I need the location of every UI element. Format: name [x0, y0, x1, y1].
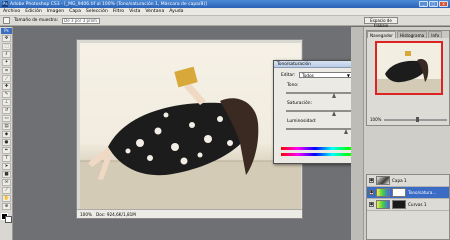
layer-name: Curvas 1: [408, 202, 427, 207]
doc-size: Doc: 924,6K/1,81M: [95, 211, 136, 217]
menu-filtro[interactable]: Filtro: [113, 9, 124, 14]
menu-edicion[interactable]: Edición: [25, 9, 42, 14]
layer-name: Tono/satura...: [408, 190, 437, 195]
options-bar: Tamaño de muestra: De 3 por 3 prom. Espa…: [0, 16, 450, 28]
lightness-label: Luminosidad:: [287, 119, 317, 124]
tab-info[interactable]: Info: [428, 31, 443, 38]
notes-icon[interactable]: ✉: [2, 179, 11, 186]
tab-histogram[interactable]: Histograma: [396, 31, 428, 38]
workspace-button[interactable]: Espacio de trabajo: [364, 17, 398, 28]
move-icon[interactable]: ✥: [2, 35, 11, 42]
hand-icon[interactable]: ✋: [2, 195, 11, 202]
navigator-panel: Navegador Histograma Info 100%: [366, 30, 450, 126]
navigator-zoom-value[interactable]: 100%: [370, 117, 381, 122]
sample-size-label: Tamaño de muestra:: [14, 18, 59, 23]
marquee-icon[interactable]: ⬚: [2, 43, 11, 50]
stamp-icon[interactable]: ⊥: [2, 99, 11, 106]
navigator-preview-image: [377, 51, 441, 93]
layer-thumbnail: [376, 200, 390, 209]
path-select-icon[interactable]: ➤: [2, 163, 11, 170]
eraser-icon[interactable]: ▭: [2, 115, 11, 122]
layers-panel: ● Capa 1 ● Tono/satura... ● Curvas 1: [366, 174, 450, 240]
window-controls: _ □ x: [419, 1, 450, 7]
collapsed-panel-strip[interactable]: [351, 27, 364, 240]
slice-icon[interactable]: ⟋: [2, 75, 11, 82]
layer-mask-thumbnail: [392, 200, 406, 209]
title-bar: Ps Adobe Photoshop CS3 - [_MG_9406.tif a…: [0, 0, 450, 8]
layer-row-selected[interactable]: ● Tono/satura...: [367, 187, 449, 199]
layer-mask-thumbnail: [392, 188, 406, 197]
eye-icon[interactable]: ●: [369, 202, 374, 207]
document-canvas[interactable]: [80, 43, 301, 209]
navigator-zoom-bar: 100%: [370, 116, 447, 122]
menu-ayuda[interactable]: Ayuda: [169, 9, 183, 14]
gradient-icon[interactable]: ▤: [2, 123, 11, 130]
shape-icon[interactable]: ■: [2, 171, 11, 178]
toolbox-logo-icon: Ps: [1, 28, 12, 34]
navigator-thumbnail[interactable]: [375, 41, 443, 95]
edit-select-value: Todos: [302, 73, 314, 78]
dodge-icon[interactable]: ●: [2, 139, 11, 146]
chevron-down-icon: ▼: [346, 73, 350, 78]
eyedropper-icon[interactable]: ⁄: [2, 187, 11, 194]
eyedropper-tool-icon[interactable]: [3, 17, 10, 24]
sample-size-select[interactable]: De 3 por 3 prom.: [62, 17, 101, 24]
dialog-title: Tono/saturación: [277, 61, 311, 67]
menu-ventana[interactable]: Ventana: [145, 9, 164, 14]
toolbox: Ps ✥ ⬚ ℓ ✦ ⌗ ⟋ ✚ ✎ ⊥ ↺ ▭ ▤ ◆ ● ✒ T ➤ ■ ✉…: [0, 27, 13, 240]
layer-row[interactable]: ● Curvas 1: [367, 199, 449, 211]
close-button[interactable]: x: [439, 1, 448, 7]
menu-seleccion[interactable]: Selección: [86, 9, 108, 14]
layer-thumbnail: [376, 176, 390, 185]
healing-icon[interactable]: ✚: [2, 83, 11, 90]
pen-icon[interactable]: ✒: [2, 147, 11, 154]
layer-name: Capa 1: [392, 178, 407, 183]
edit-label: Editar:: [281, 73, 296, 78]
eye-icon[interactable]: ●: [369, 190, 374, 195]
lasso-icon[interactable]: ℓ: [2, 51, 11, 58]
hue-label: Tono:: [287, 83, 299, 88]
menu-capa[interactable]: Capa: [69, 9, 81, 14]
layer-thumbnail: [376, 188, 390, 197]
brush-icon[interactable]: ✎: [2, 91, 11, 98]
document-status-bar: 100% Doc: 924,6K/1,81M: [77, 209, 302, 218]
photo-woman-reading-image: [80, 66, 301, 209]
type-icon[interactable]: T: [2, 155, 11, 162]
navigator-zoom-slider[interactable]: [384, 116, 447, 122]
blur-icon[interactable]: ◆: [2, 131, 11, 138]
menu-imagen[interactable]: Imagen: [47, 9, 64, 14]
color-swatches[interactable]: [1, 213, 12, 223]
eye-icon[interactable]: ●: [369, 178, 374, 183]
edit-select[interactable]: Todos ▼: [299, 72, 352, 78]
history-brush-icon[interactable]: ↺: [2, 107, 11, 114]
layer-row[interactable]: ● Capa 1: [367, 175, 449, 187]
crop-icon[interactable]: ⌗: [2, 67, 11, 74]
background-color-swatch[interactable]: [5, 216, 12, 223]
maximize-button[interactable]: □: [429, 1, 438, 7]
menu-vista[interactable]: Vista: [129, 9, 140, 14]
zoom-level[interactable]: 100%: [80, 212, 92, 217]
zoom-icon[interactable]: ⊕: [2, 203, 11, 210]
document-window: 100% Doc: 924,6K/1,81M: [76, 39, 303, 219]
magic-wand-icon[interactable]: ✦: [2, 59, 11, 66]
navigator-tabs: Navegador Histograma Info: [367, 31, 449, 38]
menu-bar: Archivo Edición Imagen Capa Selección Fi…: [0, 8, 450, 16]
photoshop-logo-icon: Ps: [2, 1, 8, 7]
saturation-label: Saturación:: [287, 101, 313, 106]
window-title: Adobe Photoshop CS3 - [_MG_9406.tif al 1…: [10, 1, 207, 7]
menu-archivo[interactable]: Archivo: [3, 9, 20, 14]
minimize-button[interactable]: _: [419, 1, 428, 7]
navigator-zoom-thumb[interactable]: [415, 116, 419, 122]
tab-navigator[interactable]: Navegador: [367, 31, 396, 38]
